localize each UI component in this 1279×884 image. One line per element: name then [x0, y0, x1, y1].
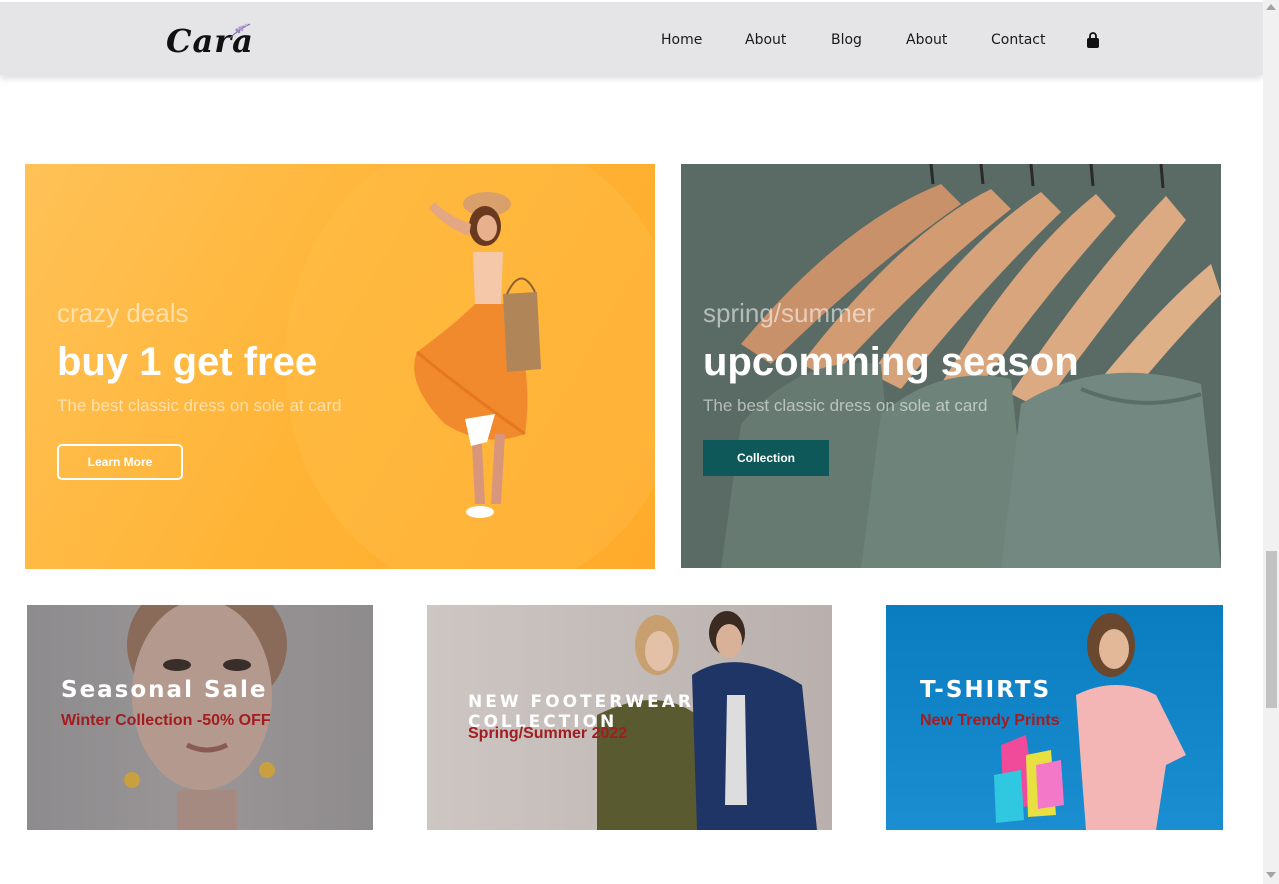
- collection-button[interactable]: Collection: [703, 440, 829, 476]
- nav-about-2[interactable]: About: [906, 32, 947, 48]
- scroll-down-arrow-icon[interactable]: [1266, 872, 1276, 878]
- banner-subtitle: crazy deals: [57, 298, 189, 328]
- nav-blog[interactable]: Blog: [831, 32, 862, 48]
- main-nav: Home About Blog About Contact: [0, 32, 1263, 52]
- banner-title: Seasonal Sale: [61, 677, 268, 703]
- banner-text: The best classic dress on sole at card: [703, 396, 988, 415]
- page: Cara Home About Blog About Contact crazy…: [0, 0, 1279, 884]
- scrollbar-thumb[interactable]: [1266, 551, 1277, 708]
- banner-text: Spring/Summer 2022: [468, 725, 628, 742]
- banner-footwear-collection[interactable]: NEW FOOTERWEAR COLLECTION Spring/Summer …: [427, 605, 832, 830]
- banner-text: Winter Collection -50% OFF: [61, 712, 271, 729]
- vertical-scrollbar[interactable]: [1263, 0, 1279, 884]
- site-header: Cara Home About Blog About Contact: [0, 2, 1263, 75]
- shopping-bag-icon[interactable]: [1086, 32, 1100, 49]
- learn-more-button[interactable]: Learn More: [57, 444, 183, 480]
- nav-home[interactable]: Home: [661, 32, 702, 48]
- nav-contact[interactable]: Contact: [991, 32, 1045, 48]
- banner-text: New Trendy Prints: [920, 712, 1060, 729]
- nav-about[interactable]: About: [745, 32, 786, 48]
- banner-title: T-SHIRTS: [920, 677, 1052, 703]
- banner-upcoming-season: spring/summer upcomming season The best …: [681, 164, 1221, 568]
- banner-crazy-deals: crazy deals buy 1 get free The best clas…: [25, 164, 655, 569]
- banner-subtitle: spring/summer: [703, 298, 875, 328]
- banner-title: upcomming season: [703, 340, 1079, 384]
- banner-tshirts[interactable]: T-SHIRTS New Trendy Prints: [886, 605, 1223, 830]
- scroll-up-arrow-icon[interactable]: [1266, 4, 1276, 10]
- banner-text: The best classic dress on sole at card: [57, 396, 342, 415]
- banner-title: buy 1 get free: [57, 340, 318, 384]
- banner-seasonal-sale[interactable]: Seasonal Sale Winter Collection -50% OFF: [27, 605, 373, 830]
